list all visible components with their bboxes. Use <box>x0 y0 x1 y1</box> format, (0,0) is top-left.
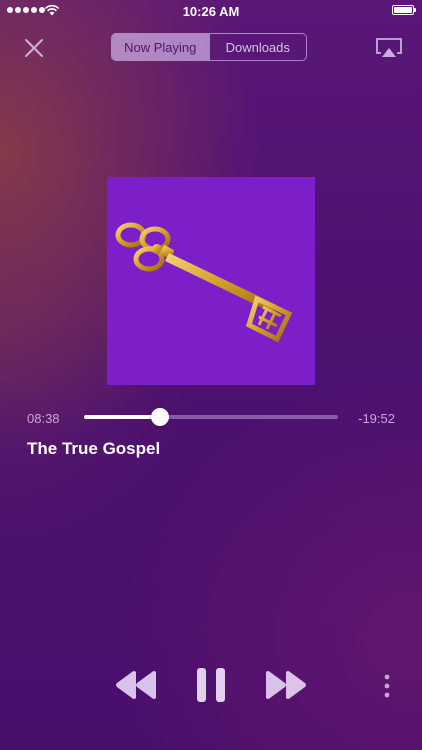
tab-downloads[interactable]: Downloads <box>208 34 307 60</box>
view-segmented-control: Now Playing Downloads <box>111 33 307 61</box>
elapsed-time: 08:38 <box>27 411 60 426</box>
more-icon[interactable] <box>381 673 393 699</box>
status-time: 10:26 AM <box>182 4 240 19</box>
airplay-icon[interactable] <box>375 37 403 59</box>
golden-key-artwork <box>115 222 293 343</box>
progress-thumb[interactable] <box>151 408 170 426</box>
album-artwork <box>107 177 315 385</box>
remaining-time: -19:52 <box>358 411 395 426</box>
battery-level <box>394 7 412 13</box>
tab-now-playing[interactable]: Now Playing <box>112 34 209 60</box>
pause-icon[interactable] <box>194 667 228 703</box>
status-bar: 10:26 AM <box>0 0 422 22</box>
progress-fill <box>84 415 161 419</box>
track-title: The True Gospel <box>27 439 161 458</box>
close-icon[interactable] <box>22 36 46 60</box>
rewind-icon[interactable] <box>114 670 158 700</box>
fast-forward-icon[interactable] <box>264 670 308 700</box>
progress-track[interactable] <box>84 408 338 426</box>
battery-icon <box>392 5 416 15</box>
